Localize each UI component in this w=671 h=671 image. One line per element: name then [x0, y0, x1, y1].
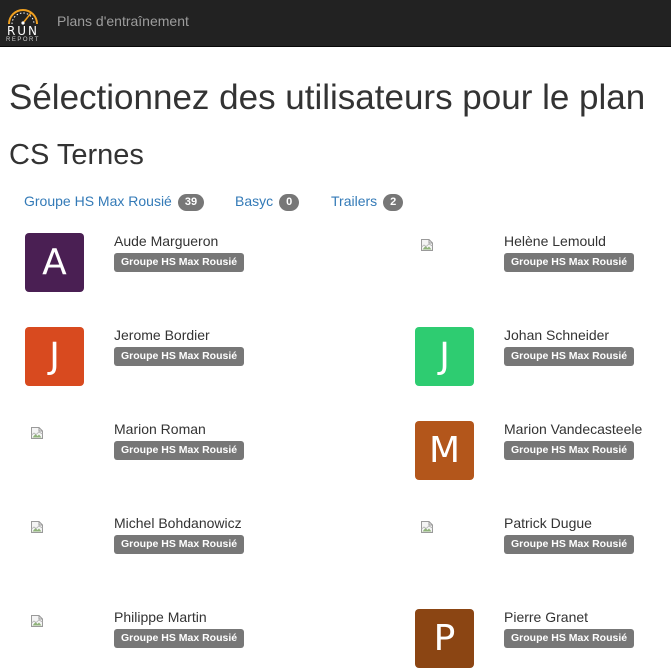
- user-name: Pierre Granet: [504, 609, 589, 625]
- user-name: Johan Schneider: [504, 327, 610, 343]
- group-filter-label: Basyc: [235, 193, 274, 209]
- user-group-label: Groupe HS Max Rousié: [114, 629, 245, 648]
- logo-text: RUN: [6, 24, 40, 38]
- group-filter-label: Groupe HS Max Rousié: [24, 193, 172, 209]
- broken-image-icon[interactable]: [30, 520, 44, 534]
- user-group-label: Groupe HS Max Rousié: [504, 347, 635, 366]
- user-card[interactable]: A Aude Margueron Groupe HS Max Rousié: [25, 233, 280, 293]
- broken-image-icon[interactable]: [420, 520, 434, 534]
- user-group-label: Groupe HS Max Rousié: [114, 535, 245, 554]
- group-filter-trailers[interactable]: Trailers 2: [331, 191, 404, 211]
- user-card[interactable]: J Jerome Bordier Groupe HS Max Rousié: [25, 327, 280, 387]
- user-name: Michel Bohdanowicz: [114, 515, 242, 531]
- page-title: Sélectionnez des utilisateurs pour le pl…: [9, 78, 646, 117]
- avatar[interactable]: A: [25, 233, 84, 292]
- user-group-label: Groupe HS Max Rousié: [114, 253, 245, 272]
- user-card[interactable]: J Johan Schneider Groupe HS Max Rousié: [415, 327, 670, 387]
- user-card[interactable]: Helène Lemould Groupe HS Max Rousié: [415, 233, 670, 293]
- nav-plans-link[interactable]: Plans d'entraînement: [57, 13, 189, 29]
- user-group-label: Groupe HS Max Rousié: [504, 629, 635, 648]
- user-name: Helène Lemould: [504, 233, 606, 249]
- broken-image-icon[interactable]: [420, 238, 434, 252]
- count-badge: 2: [383, 194, 404, 211]
- user-card[interactable]: Patrick Dugue Groupe HS Max Rousié: [415, 515, 670, 575]
- user-card[interactable]: Philippe Martin Groupe HS Max Rousié: [25, 609, 280, 669]
- user-name: Marion Roman: [114, 421, 206, 437]
- user-name: Patrick Dugue: [504, 515, 592, 531]
- avatar[interactable]: J: [25, 327, 84, 386]
- user-name: Marion Vandecasteele: [504, 421, 643, 437]
- user-group-label: Groupe HS Max Rousié: [504, 441, 635, 460]
- avatar[interactable]: P: [415, 609, 474, 668]
- count-badge: 39: [177, 194, 205, 211]
- user-name: Philippe Martin: [114, 609, 207, 625]
- user-group-label: Groupe HS Max Rousié: [504, 253, 635, 272]
- user-card[interactable]: M Marion Vandecasteele Groupe HS Max Rousi…: [415, 421, 670, 481]
- avatar[interactable]: M: [415, 421, 474, 480]
- user-card[interactable]: Marion Roman Groupe HS Max Rousié: [25, 421, 280, 481]
- user-group-label: Groupe HS Max Rousié: [114, 441, 245, 460]
- user-card[interactable]: Michel Bohdanowicz Groupe HS Max Rousié: [25, 515, 280, 575]
- navbar: RUN REPORT Plans d'entraînement: [0, 0, 671, 47]
- user-name: Jerome Bordier: [114, 327, 210, 343]
- group-filter-hs-max-rousie[interactable]: Groupe HS Max Rousié 39: [24, 191, 205, 211]
- user-group-label: Groupe HS Max Rousié: [504, 535, 635, 554]
- user-card[interactable]: P Pierre Granet Groupe HS Max Rousié: [415, 609, 670, 669]
- club-name: CS Ternes: [9, 139, 144, 171]
- count-badge: 0: [279, 194, 300, 211]
- broken-image-icon[interactable]: [30, 614, 44, 628]
- broken-image-icon[interactable]: [30, 426, 44, 440]
- logo-subtext: REPORT: [6, 37, 40, 43]
- avatar[interactable]: J: [415, 327, 474, 386]
- user-group-label: Groupe HS Max Rousié: [114, 347, 245, 366]
- group-filter-basyc[interactable]: Basyc 0: [235, 191, 300, 211]
- group-filter-label: Trailers: [331, 193, 378, 209]
- user-name: Aude Margueron: [114, 233, 219, 249]
